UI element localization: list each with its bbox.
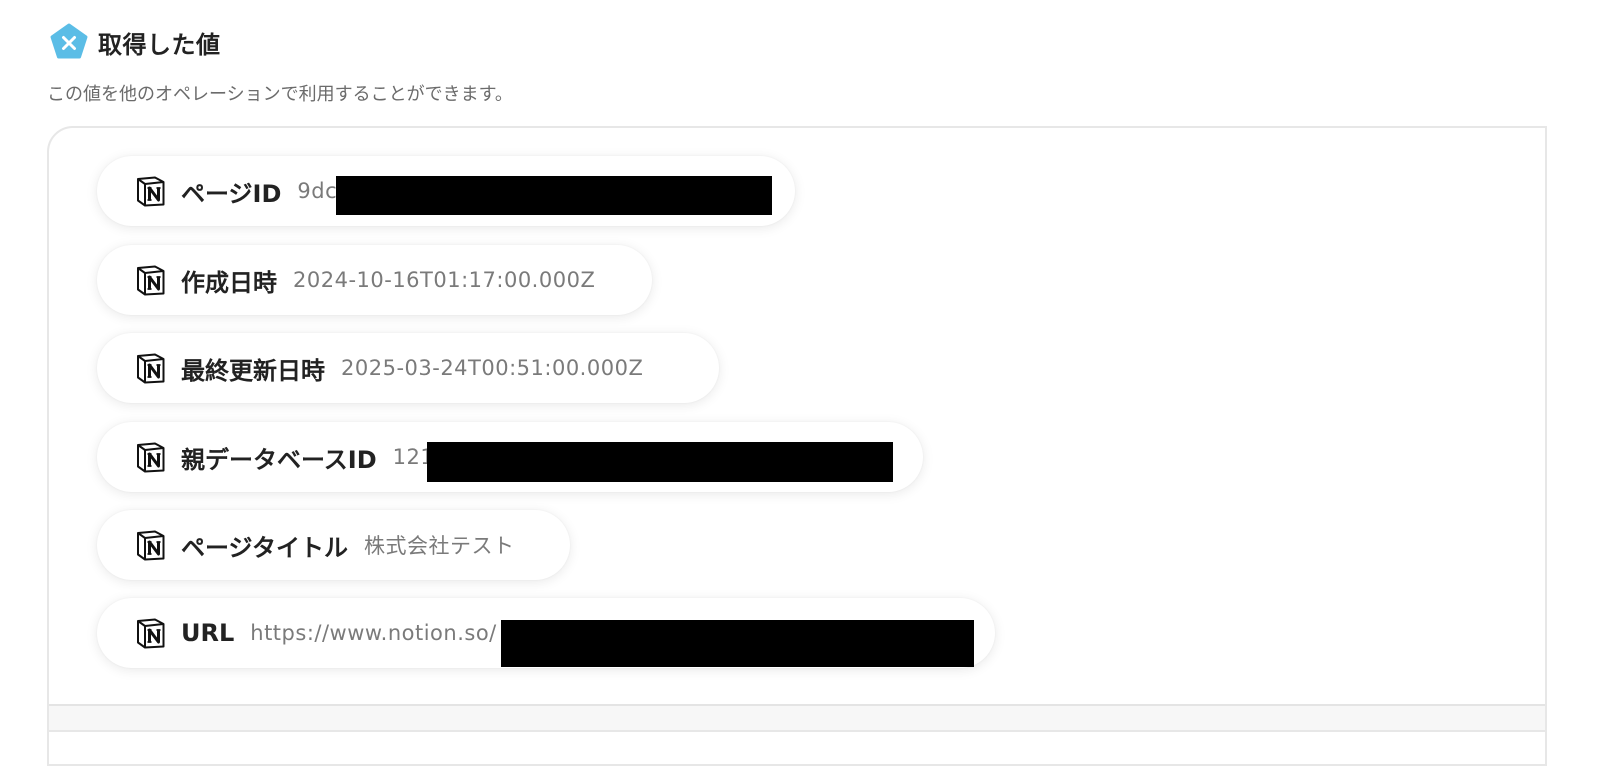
value-chip-last-edited-time[interactable]: 最終更新日時 2025-03-24T00:51:00.000Z xyxy=(97,333,719,403)
redaction-bar xyxy=(427,442,893,482)
value-text: 株式会社テスト xyxy=(364,534,515,558)
redaction-bar xyxy=(501,620,974,667)
value-label: ページID xyxy=(181,179,282,208)
notion-icon xyxy=(137,265,165,296)
section-header: 取得した値 xyxy=(50,22,221,62)
notion-icon xyxy=(137,176,165,207)
value-text: 9dc xyxy=(297,179,338,203)
notion-icon xyxy=(137,530,165,561)
value-text: 2025-03-24T00:51:00.000Z xyxy=(341,356,644,380)
value-label: 最終更新日時 xyxy=(181,356,325,385)
redaction-bar xyxy=(336,176,772,215)
value-label: 親データベースID xyxy=(181,445,377,474)
notion-icon xyxy=(137,353,165,384)
pentagon-x-icon xyxy=(50,23,88,59)
value-label: ページタイトル xyxy=(181,533,349,562)
value-text: 2024-10-16T01:17:00.000Z xyxy=(293,268,596,292)
notion-icon xyxy=(137,618,165,649)
value-label: 作成日時 xyxy=(181,268,277,297)
value-text: https://www.notion.so/ xyxy=(250,621,497,645)
value-chip-created-time[interactable]: 作成日時 2024-10-16T01:17:00.000Z xyxy=(97,245,652,315)
value-chip-page-title[interactable]: ページタイトル 株式会社テスト xyxy=(97,510,570,580)
notion-icon xyxy=(137,442,165,473)
panel-footer-area xyxy=(49,730,1545,764)
section-subtitle: この値を他のオペレーションで利用することができます。 xyxy=(47,84,513,105)
value-label: URL xyxy=(181,619,235,647)
section-title: 取得した値 xyxy=(98,30,221,59)
